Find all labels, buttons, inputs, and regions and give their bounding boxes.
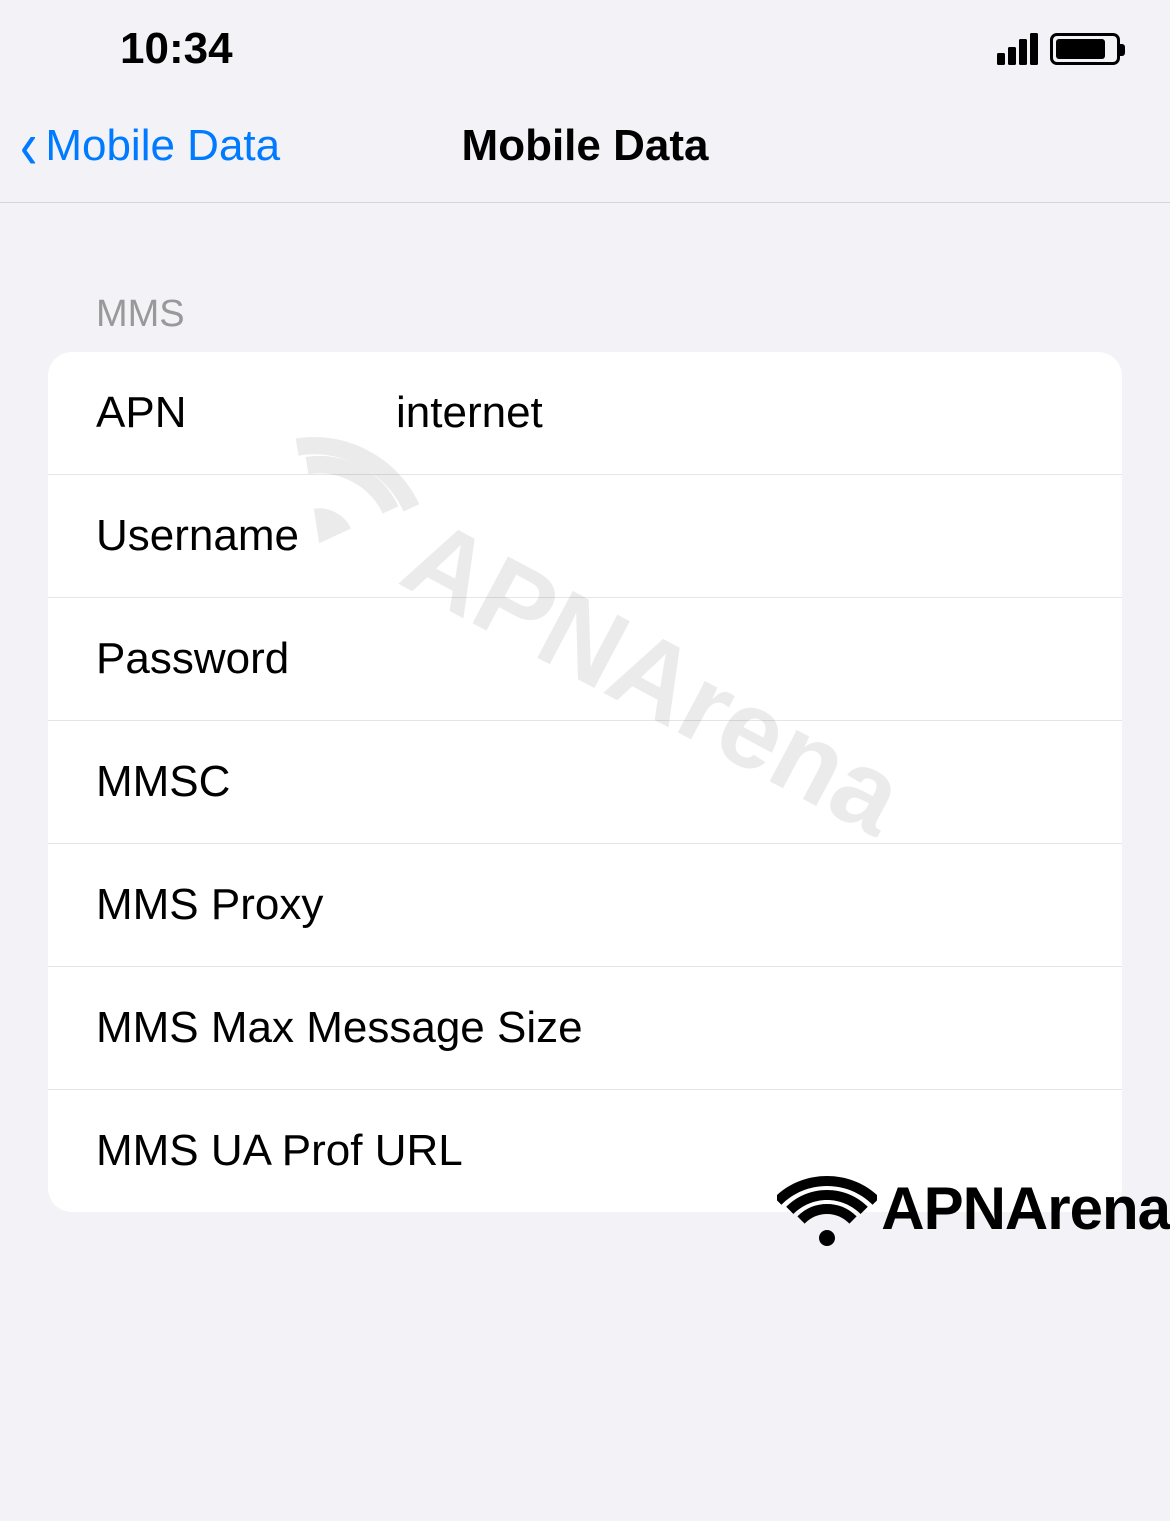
- row-username[interactable]: Username: [48, 475, 1122, 598]
- row-mmsc[interactable]: MMSC: [48, 721, 1122, 844]
- label-mmsc: MMSC: [96, 757, 356, 807]
- navigation-bar: ‹ Mobile Data Mobile Data: [0, 90, 1170, 203]
- battery-icon: [1050, 33, 1120, 65]
- input-apn[interactable]: [396, 388, 1074, 438]
- label-password: Password: [96, 634, 356, 684]
- chevron-left-icon: ‹: [20, 112, 37, 180]
- footer-logo: APNArena: [777, 1166, 1170, 1251]
- row-mms-max-size[interactable]: MMS Max Message Size: [48, 967, 1122, 1090]
- row-password[interactable]: Password: [48, 598, 1122, 721]
- label-mms-ua-prof: MMS UA Prof URL: [96, 1126, 463, 1176]
- label-username: Username: [96, 511, 356, 561]
- status-bar: 10:34: [0, 0, 1170, 90]
- status-time: 10:34: [120, 24, 233, 74]
- row-mms-proxy[interactable]: MMS Proxy: [48, 844, 1122, 967]
- input-mms-max-size[interactable]: [623, 1003, 1122, 1053]
- label-apn: APN: [96, 388, 356, 438]
- back-button[interactable]: ‹ Mobile Data: [20, 120, 280, 172]
- input-username[interactable]: [396, 511, 1074, 561]
- row-apn[interactable]: APN: [48, 352, 1122, 475]
- back-label: Mobile Data: [45, 121, 280, 171]
- status-icons: [997, 33, 1120, 65]
- input-mmsc[interactable]: [396, 757, 1074, 807]
- input-password[interactable]: [396, 634, 1074, 684]
- cellular-signal-icon: [997, 33, 1038, 65]
- label-mms-max-size: MMS Max Message Size: [96, 1003, 583, 1053]
- label-mms-proxy: MMS Proxy: [96, 880, 356, 930]
- footer-logo-text: APNArena: [881, 1174, 1170, 1243]
- page-title: Mobile Data: [462, 121, 709, 171]
- settings-card: APN Username Password MMSC MMS Proxy MMS…: [48, 352, 1122, 1212]
- section-header-mms: MMS: [48, 293, 1122, 336]
- input-mms-proxy[interactable]: [396, 880, 1074, 930]
- wifi-icon: [777, 1166, 877, 1251]
